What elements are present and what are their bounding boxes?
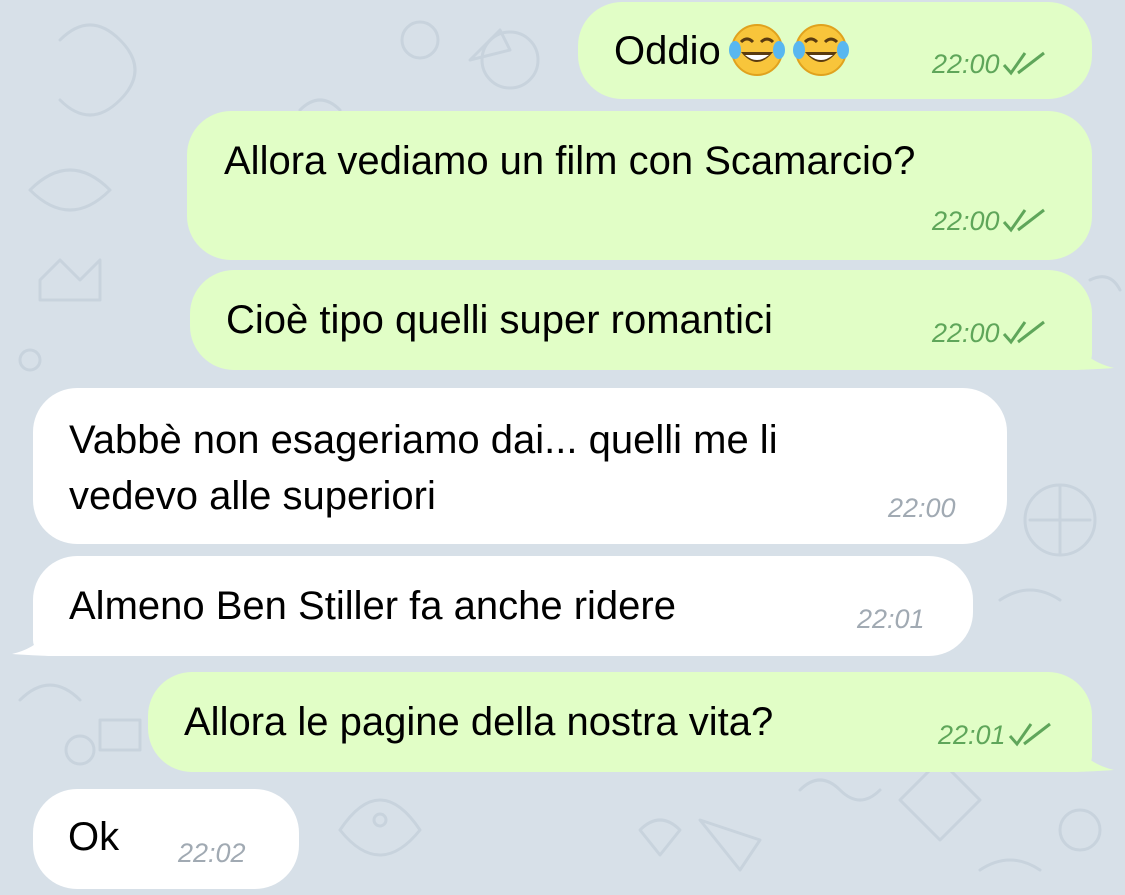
message-text: Oddio (614, 22, 849, 93)
message-meta: 22:00 (932, 206, 1046, 236)
message-text: Ok (68, 815, 120, 859)
message-text-line: Vabbè non esageriamo dai... quelli me li (69, 418, 778, 462)
message-meta: 22:00 (932, 49, 1046, 79)
message-text: Allora le pagine della nostra vita? (184, 700, 774, 744)
outgoing-message[interactable]: Allora le pagine della nostra vita? 22:0… (148, 672, 1092, 772)
read-double-check-icon (1002, 208, 1045, 233)
outgoing-message[interactable]: Cioè tipo quelli super romantici 22:00 (190, 270, 1092, 370)
message-time: 22:01 (857, 604, 925, 634)
outgoing-message[interactable]: Oddio 22:00 (578, 2, 1092, 99)
message-text-line: vedevo alle superiori (69, 474, 436, 518)
face-with-tears-of-joy-icon (728, 22, 785, 93)
message-text: Almeno Ben Stiller fa anche ridere (69, 584, 676, 628)
message-time: 22:00 (932, 318, 1000, 348)
incoming-message[interactable]: Almeno Ben Stiller fa anche ridere 22:01 (33, 556, 973, 656)
message-meta: 22:00 (932, 318, 1046, 348)
outgoing-bubble-tail (1070, 330, 1114, 370)
message-time: 22:00 (888, 493, 956, 523)
message-text: Allora vediamo un film con Scamarcio? (224, 139, 916, 183)
face-with-tears-of-joy-icon (792, 22, 849, 93)
message-time: 22:02 (178, 838, 246, 868)
read-double-check-icon (1002, 51, 1045, 76)
message-text: Cioè tipo quelli super romantici (226, 298, 773, 342)
read-double-check-icon (1008, 722, 1051, 747)
incoming-message[interactable]: Ok 22:02 (33, 789, 299, 889)
message-time: 22:00 (932, 206, 1000, 236)
read-double-check-icon (1002, 320, 1045, 345)
message-meta: 22:01 (938, 720, 1052, 750)
outgoing-message[interactable]: Allora vediamo un film con Scamarcio? 22… (187, 111, 1092, 260)
incoming-bubble-tail (12, 616, 56, 656)
message-time: 22:00 (932, 49, 1000, 79)
outgoing-bubble-tail (1070, 732, 1114, 772)
message-time: 22:01 (938, 720, 1006, 750)
incoming-message[interactable]: Vabbè non esageriamo dai... quelli me li… (33, 388, 1007, 544)
